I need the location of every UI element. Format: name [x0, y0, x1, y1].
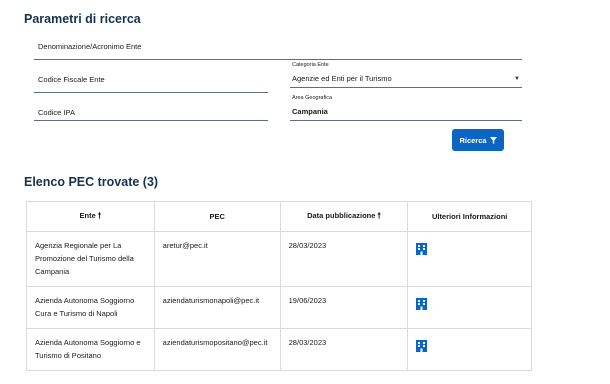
table-row: Azienda Autonoma Soggiorno Cura e Turism…	[26, 286, 532, 329]
cell-data: 28/03/2023	[279, 328, 409, 371]
sort-arrow-icon[interactable]: 🠕	[98, 211, 101, 220]
sort-arrow-icon[interactable]: 🠕	[377, 211, 380, 220]
cell-info	[407, 328, 532, 371]
codice-ipa-input[interactable]: Codice IPA	[34, 104, 268, 121]
cell-data: 28/03/2023	[279, 231, 409, 287]
filter-icon	[489, 136, 497, 144]
cell-pec: aziendaturismopositano@pec.it	[153, 328, 281, 371]
area-geografica-input[interactable]: Area Geografica Campania	[290, 95, 522, 121]
area-geografica-value: Campania	[292, 107, 328, 116]
cell-ente: Azienda Autonoma Soggiorno Cura e Turism…	[26, 286, 155, 329]
denominazione-placeholder: Denominazione/Acronimo Ente	[38, 42, 142, 51]
building-icon[interactable]	[416, 243, 428, 255]
table-row: Agenzia Regionale per La Promozione del …	[26, 231, 532, 287]
cell-info	[407, 286, 532, 329]
chevron-down-icon: ▼	[514, 76, 520, 82]
column-header-pec: PEC	[153, 201, 281, 232]
search-button-label: Ricerca	[459, 135, 487, 145]
results-table: Ente 🠕 PEC Data pubblicazione 🠕 Ulteriori …	[26, 201, 532, 371]
column-header-info: Ulteriori Informazioni	[407, 201, 532, 232]
table-header-row: Ente 🠕 PEC Data pubblicazione 🠕 Ulteriori …	[26, 201, 532, 232]
search-section-title: Parametri di ricerca	[24, 12, 141, 26]
column-header-ente[interactable]: Ente 🠕	[26, 201, 155, 232]
codice-fiscale-input[interactable]: Codice Fiscale Ente	[34, 71, 268, 93]
categoria-ente-value: Agenzie ed Enti per il Turismo	[292, 74, 392, 83]
cell-pec: aretur@pec.it	[153, 231, 281, 287]
categoria-ente-label: Categoria Ente	[292, 62, 329, 68]
cell-info	[407, 231, 532, 287]
codice-ipa-placeholder: Codice IPA	[38, 108, 75, 117]
cell-pec: aziendaturismonapoli@pec.it	[153, 286, 281, 329]
search-button[interactable]: Ricerca	[452, 129, 504, 151]
codice-fiscale-placeholder: Codice Fiscale Ente	[38, 75, 105, 84]
table-row: Azienda Autonoma Soggiorno e Turismo di …	[26, 328, 532, 371]
column-header-data[interactable]: Data pubblicazione 🠕	[279, 201, 409, 232]
results-section-title: Elenco PEC trovate (3)	[24, 175, 159, 189]
denominazione-input[interactable]: Denominazione/Acronimo Ente	[34, 38, 522, 60]
cell-ente: Agenzia Regionale per La Promozione del …	[26, 231, 155, 287]
building-icon[interactable]	[416, 298, 428, 310]
area-geografica-label: Area Geografica	[292, 95, 333, 101]
cell-ente: Azienda Autonoma Soggiorno e Turismo di …	[26, 328, 155, 371]
building-icon[interactable]	[416, 340, 428, 352]
cell-data: 19/06/2023	[279, 286, 409, 329]
categoria-ente-select[interactable]: Categoria Ente Agenzie ed Enti per il Tu…	[290, 62, 522, 88]
